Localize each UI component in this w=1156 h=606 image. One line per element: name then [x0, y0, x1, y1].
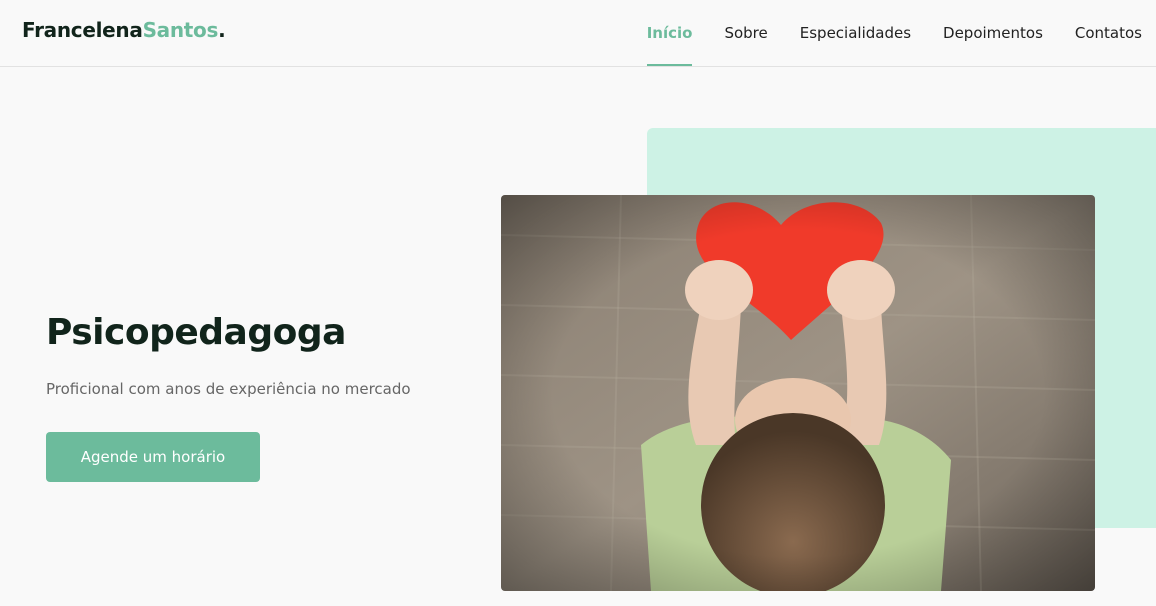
hero-subtitle: Proficional com anos de experiência no m…	[46, 380, 411, 398]
hero-title: Psicopedagoga	[46, 312, 346, 353]
nav-item-especialidades[interactable]: Especialidades	[800, 0, 911, 66]
brand-dot: .	[218, 18, 226, 42]
brand-logo[interactable]: FrancelenaSantos.	[22, 18, 226, 42]
schedule-appointment-button[interactable]: Agende um horário	[46, 432, 260, 482]
nav-item-depoimentos[interactable]: Depoimentos	[943, 0, 1043, 66]
child-heart-photo	[501, 195, 1095, 591]
main-nav: Início Sobre Especialidades Depoimentos …	[646, 0, 1142, 66]
hero-image	[501, 195, 1095, 591]
nav-item-contatos[interactable]: Contatos	[1075, 0, 1142, 66]
nav-item-sobre[interactable]: Sobre	[724, 0, 767, 66]
site-header: FrancelenaSantos. Início Sobre Especiali…	[0, 0, 1156, 67]
brand-name-first: Francelena	[22, 18, 143, 42]
nav-item-inicio[interactable]: Início	[646, 0, 692, 66]
brand-name-second: Santos	[142, 18, 219, 42]
